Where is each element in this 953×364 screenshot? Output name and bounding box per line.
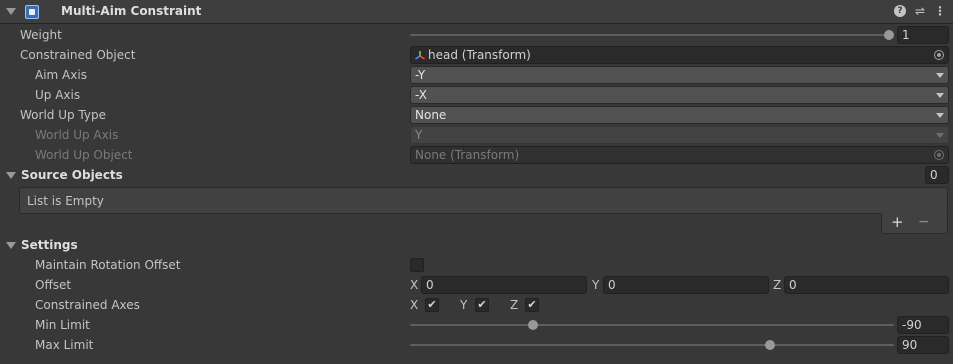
- weight-slider-thumb[interactable]: [884, 30, 894, 40]
- constrained-object-field[interactable]: head (Transform): [410, 46, 949, 64]
- constrained-object-label: Constrained Object: [20, 48, 136, 62]
- aim-axis-dropdown[interactable]: -Y: [410, 66, 949, 84]
- weight-slider-track[interactable]: [410, 34, 890, 36]
- world-up-type-value: None: [415, 108, 447, 122]
- chevron-down-icon: [936, 73, 944, 78]
- max-limit-field[interactable]: 90: [897, 336, 949, 354]
- help-icon[interactable]: ?: [894, 5, 906, 17]
- up-axis-label: Up Axis: [35, 88, 81, 102]
- remove-icon[interactable]: −: [918, 213, 930, 232]
- world-up-type-label: World Up Type: [20, 108, 106, 122]
- min-limit-label: Min Limit: [35, 318, 90, 332]
- max-limit-label: Max Limit: [35, 338, 94, 352]
- axis-z-checkbox[interactable]: ✔: [525, 298, 539, 312]
- source-objects-count[interactable]: 0: [925, 166, 949, 184]
- menu-icon[interactable]: ⋮: [933, 0, 947, 23]
- min-limit-slider-thumb[interactable]: [528, 320, 538, 330]
- constrained-axes-label: Constrained Axes: [35, 298, 140, 312]
- component-title: Multi-Aim Constraint: [61, 4, 202, 18]
- maintain-offset-label: Maintain Rotation Offset: [35, 258, 181, 272]
- constrained-object-value: head (Transform): [428, 48, 531, 62]
- list-footer: + −: [881, 213, 948, 234]
- world-up-object-value: None (Transform): [415, 148, 520, 162]
- object-picker-icon[interactable]: [934, 50, 944, 60]
- offset-x-label[interactable]: X: [410, 275, 418, 295]
- source-objects-list: List is Empty: [19, 187, 948, 214]
- aim-axis-value: -Y: [415, 68, 426, 82]
- chevron-down-icon: [936, 113, 944, 118]
- source-objects-label: Source Objects: [21, 168, 123, 182]
- component-header: Multi-Aim Constraint ? ⇌ ⋮: [0, 0, 953, 24]
- offset-z-label[interactable]: Z: [773, 275, 781, 295]
- chevron-down-icon: [936, 133, 944, 138]
- list-empty-text: List is Empty: [27, 194, 104, 208]
- offset-y-field[interactable]: 0: [603, 276, 769, 294]
- axis-z-label: Z: [510, 298, 519, 312]
- object-picker-icon: [934, 150, 944, 160]
- max-limit-slider-track[interactable]: [410, 344, 894, 346]
- world-up-type-dropdown[interactable]: None: [410, 106, 949, 124]
- offset-y-label[interactable]: Y: [592, 275, 599, 295]
- axis-x-label: X: [410, 298, 419, 312]
- world-up-axis-label: World Up Axis: [35, 128, 119, 142]
- world-up-object-label: World Up Object: [35, 148, 133, 162]
- world-up-axis-dropdown: Y: [410, 126, 949, 144]
- weight-field[interactable]: 1: [897, 26, 949, 44]
- max-limit-slider-thumb[interactable]: [765, 340, 775, 350]
- weight-label: Weight: [20, 28, 62, 42]
- component-icon: [25, 5, 39, 19]
- axis-x-checkbox[interactable]: ✔: [425, 298, 439, 312]
- offset-x-field[interactable]: 0: [421, 276, 587, 294]
- axis-y-checkbox[interactable]: ✔: [475, 298, 489, 312]
- maintain-offset-checkbox[interactable]: [410, 258, 424, 272]
- offset-label: Offset: [35, 278, 72, 292]
- add-icon[interactable]: +: [891, 213, 904, 232]
- foldout-arrow-icon[interactable]: [6, 8, 16, 15]
- chevron-down-icon: [936, 93, 944, 98]
- axis-y-label: Y: [460, 298, 468, 312]
- settings-label: Settings: [21, 238, 78, 252]
- preset-icon[interactable]: ⇌: [913, 0, 927, 23]
- world-up-object-field: None (Transform): [410, 146, 949, 164]
- up-axis-value: -X: [415, 88, 427, 102]
- aim-axis-label: Aim Axis: [35, 68, 87, 82]
- transform-icon: [415, 51, 425, 60]
- world-up-axis-value: Y: [415, 128, 423, 142]
- source-objects-foldout-icon[interactable]: [6, 172, 16, 179]
- offset-z-field[interactable]: 0: [784, 276, 949, 294]
- up-axis-dropdown[interactable]: -X: [410, 86, 949, 104]
- min-limit-slider-track[interactable]: [410, 324, 894, 326]
- settings-foldout-icon[interactable]: [6, 242, 16, 249]
- min-limit-field[interactable]: -90: [897, 316, 949, 334]
